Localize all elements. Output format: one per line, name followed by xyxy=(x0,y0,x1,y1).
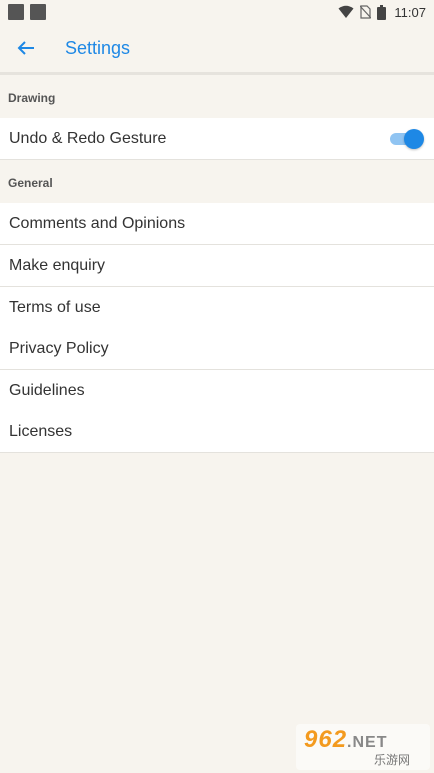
no-sim-icon xyxy=(360,5,372,19)
page-title: Settings xyxy=(65,38,131,58)
settings-row-make-enquiry[interactable]: Make enquiry xyxy=(0,245,434,287)
watermark-number: 962 xyxy=(304,726,348,753)
watermark-subtitle: 乐游网 xyxy=(374,753,411,767)
settings-row-privacy-policy[interactable]: Privacy Policy xyxy=(0,328,434,370)
back-arrow-icon xyxy=(17,41,34,55)
section-header-general: General xyxy=(0,160,434,202)
row-label: Undo & Redo Gesture xyxy=(9,130,167,147)
status-time: 11:07 xyxy=(394,4,426,20)
section-header-drawing: Drawing xyxy=(0,75,434,117)
status-icons: 11:07 xyxy=(338,3,426,21)
row-label: Licenses xyxy=(9,423,73,440)
section-header-label: Drawing xyxy=(8,91,56,105)
notification-square-icon xyxy=(30,4,46,20)
settings-row-terms-of-use[interactable]: Terms of use xyxy=(0,287,434,329)
settings-row-guidelines[interactable]: Guidelines xyxy=(0,370,434,412)
row-label: Privacy Policy xyxy=(9,340,109,357)
toggle-thumb xyxy=(404,129,424,149)
row-label: Terms of use xyxy=(9,299,101,316)
settings-row-licenses[interactable]: Licenses xyxy=(0,411,434,453)
wifi-icon xyxy=(338,5,354,18)
status-bar: 11:07 xyxy=(0,0,434,24)
back-button[interactable] xyxy=(10,32,42,64)
row-label: Make enquiry xyxy=(9,257,106,274)
row-label: Comments and Opinions xyxy=(9,215,186,232)
undo-redo-toggle[interactable] xyxy=(390,129,424,149)
section-header-label: General xyxy=(8,176,53,190)
battery-icon xyxy=(377,4,387,20)
app-bar: Settings xyxy=(0,24,434,72)
settings-row-comments-and-opinions[interactable]: Comments and Opinions xyxy=(0,203,434,245)
watermark-domain: .NET xyxy=(347,734,388,751)
watermark-logo: 962.NET 乐游网 xyxy=(296,724,430,770)
notification-square-icon xyxy=(8,4,24,20)
row-label: Guidelines xyxy=(9,382,85,399)
watermark-brand: 962.NET xyxy=(304,726,388,754)
settings-row-undo-redo-gesture[interactable]: Undo & Redo Gesture xyxy=(0,118,434,160)
